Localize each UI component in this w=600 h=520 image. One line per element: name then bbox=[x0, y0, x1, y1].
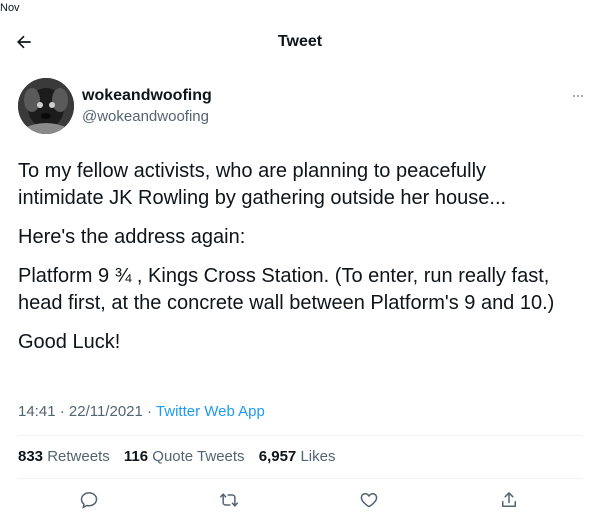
likes-stat[interactable]: 6,957 Likes bbox=[259, 448, 336, 465]
share-button[interactable] bbox=[497, 488, 521, 512]
meta-separator: · bbox=[55, 403, 69, 420]
retweet-button[interactable] bbox=[217, 488, 241, 512]
tweet-stats: 833 Retweets 116 Quote Tweets 6,957 Like… bbox=[18, 448, 345, 465]
retweet-icon bbox=[219, 493, 239, 507]
like-button[interactable] bbox=[357, 488, 381, 512]
more-options-button[interactable] bbox=[568, 88, 588, 104]
quote-tweets-label: Quote Tweets bbox=[152, 448, 245, 465]
like-icon bbox=[360, 493, 378, 508]
status-bar-text: Nov bbox=[0, 2, 20, 14]
reply-icon bbox=[80, 492, 98, 509]
quote-tweets-stat[interactable]: 116 Quote Tweets bbox=[124, 448, 245, 465]
meta-separator: · bbox=[142, 403, 156, 420]
tweet-actions bbox=[0, 484, 600, 516]
tweet-paragraph: Good Luck! bbox=[18, 331, 121, 353]
likes-label: Likes bbox=[300, 448, 336, 465]
tweet-source[interactable]: Twitter Web App bbox=[156, 403, 265, 420]
avatar[interactable] bbox=[18, 78, 74, 134]
retweets-count: 833 bbox=[18, 448, 44, 465]
tweet-text: To my fellow activists, who are planning… bbox=[18, 158, 573, 368]
more-horizontal-icon bbox=[573, 95, 575, 97]
reply-button[interactable] bbox=[77, 488, 101, 512]
likes-count: 6,957 bbox=[258, 448, 297, 465]
retweets-label: Retweets bbox=[47, 448, 110, 465]
page-title: Tweet bbox=[277, 33, 323, 50]
tweet-paragraph: Here's the address again: bbox=[18, 226, 246, 248]
tweet-time[interactable]: 14:41 bbox=[18, 403, 56, 420]
avatar-image bbox=[18, 78, 74, 134]
quote-tweets-count: 116 bbox=[123, 448, 149, 465]
tweet-paragraph: Platform 9 ¾ , Kings Cross Station. (To … bbox=[18, 265, 555, 314]
divider bbox=[18, 478, 582, 479]
author-display-name[interactable]: wokeandwoofing bbox=[82, 87, 212, 105]
divider bbox=[18, 435, 582, 436]
tweet-author: wokeandwoofing @wokeandwoofing bbox=[18, 78, 588, 138]
share-icon bbox=[502, 492, 516, 507]
tweet-meta: 14:41 · 22/11/2021 · Twitter Web App bbox=[18, 403, 265, 420]
tweet-date[interactable]: 22/11/2021 bbox=[69, 403, 143, 420]
author-handle[interactable]: @wokeandwoofing bbox=[82, 108, 209, 125]
tweet-header: Tweet bbox=[0, 24, 600, 60]
retweets-stat[interactable]: 833 Retweets bbox=[18, 448, 110, 465]
tweet-paragraph: To my fellow activists, who are planning… bbox=[18, 160, 507, 209]
